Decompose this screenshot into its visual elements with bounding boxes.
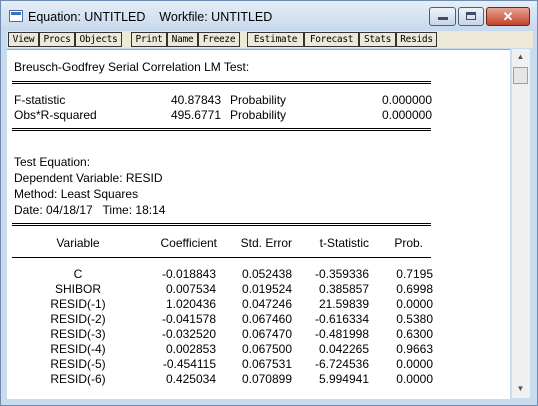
toolbar: View Procs Objects Print Name Freeze Est… xyxy=(7,31,533,48)
cell-t-statistic: -0.359336 xyxy=(314,267,369,281)
cell-std-error: 0.067470 xyxy=(241,327,292,341)
forecast-button[interactable]: Forecast xyxy=(304,32,359,47)
vertical-scrollbar[interactable]: ▲ ▼ xyxy=(511,49,530,398)
cell-prob: 0.9663 xyxy=(396,342,433,356)
stats-button[interactable]: Stats xyxy=(359,32,396,47)
cell-coefficient: -0.018843 xyxy=(161,267,216,281)
window-app-icon xyxy=(9,10,23,22)
equation-window: Equation: UNTITLED Workfile: UNTITLED ✕ … xyxy=(0,0,538,406)
resids-button[interactable]: Resids xyxy=(396,32,437,47)
double-rule xyxy=(12,81,431,84)
stat-prob-label: Probability xyxy=(230,93,287,107)
test-equation-label: Test Equation: xyxy=(14,155,91,169)
procs-button[interactable]: Procs xyxy=(39,32,75,47)
cell-t-statistic: 0.385857 xyxy=(318,282,369,296)
cell-coefficient: 0.007534 xyxy=(165,282,216,296)
cell-variable: C xyxy=(73,267,83,281)
stat-value: 40.87843 xyxy=(170,93,221,107)
cell-t-statistic: 0.042265 xyxy=(318,342,369,356)
stat-prob: 0.000000 xyxy=(381,93,432,107)
double-rule xyxy=(12,223,431,226)
table-row: RESID(-3) -0.032520 0.067470 -0.481998 0… xyxy=(7,327,510,343)
method: Method: Least Squares xyxy=(14,187,139,201)
stat-row: Obs*R-squared 495.6771 Probability 0.000… xyxy=(7,108,510,124)
cell-prob: 0.0000 xyxy=(396,297,433,311)
maximize-icon xyxy=(466,12,476,20)
stat-name: Obs*R-squared xyxy=(14,108,97,122)
cell-std-error: 0.052438 xyxy=(241,267,292,281)
table-row: SHIBOR 0.007534 0.019524 0.385857 0.6998 xyxy=(7,282,510,298)
minimize-button[interactable] xyxy=(429,7,456,26)
cell-prob: 0.6998 xyxy=(396,282,433,296)
double-rule xyxy=(12,128,431,131)
close-button[interactable]: ✕ xyxy=(486,7,530,26)
table-row: C -0.018843 0.052438 -0.359336 0.7195 xyxy=(7,267,510,283)
cell-prob: 0.0000 xyxy=(396,372,433,386)
cell-std-error: 0.067460 xyxy=(241,312,292,326)
cell-t-statistic: -0.616334 xyxy=(314,312,369,326)
cell-prob: 0.7195 xyxy=(396,267,433,281)
cell-prob: 0.0000 xyxy=(396,357,433,371)
scroll-thumb[interactable] xyxy=(513,67,528,84)
table-row: RESID(-4) 0.002853 0.067500 0.042265 0.9… xyxy=(7,342,510,358)
cell-variable: SHIBOR xyxy=(54,282,101,296)
table-row: RESID(-1) 1.020436 0.047246 21.59839 0.0… xyxy=(7,297,510,313)
table-header: Variable Coefficient Std. Error t-Statis… xyxy=(7,236,510,252)
cell-t-statistic: -0.481998 xyxy=(314,327,369,341)
cell-variable: RESID(-5) xyxy=(50,357,106,371)
stat-row: F-statistic 40.87843 Probability 0.00000… xyxy=(7,93,510,109)
estimate-button[interactable]: Estimate xyxy=(247,32,304,47)
stat-prob: 0.000000 xyxy=(381,108,432,122)
minimize-icon xyxy=(438,17,448,20)
cell-coefficient: -0.032520 xyxy=(161,327,216,341)
header-t-statistic: t-Statistic xyxy=(319,236,369,250)
cell-coefficient: -0.041578 xyxy=(161,312,216,326)
freeze-button[interactable]: Freeze xyxy=(198,32,240,47)
cell-t-statistic: 5.994941 xyxy=(318,372,369,386)
test-title: Breusch-Godfrey Serial Correlation LM Te… xyxy=(14,60,250,74)
header-variable: Variable xyxy=(56,236,100,250)
cell-coefficient: 0.002853 xyxy=(165,342,216,356)
scroll-down-icon[interactable]: ▼ xyxy=(512,381,529,397)
cell-coefficient: 0.425034 xyxy=(165,372,216,386)
table-row: RESID(-2) -0.041578 0.067460 -0.616334 0… xyxy=(7,312,510,328)
cell-t-statistic: 21.59839 xyxy=(318,297,369,311)
cell-std-error: 0.067531 xyxy=(241,357,292,371)
header-prob: Prob. xyxy=(394,236,423,250)
objects-button[interactable]: Objects xyxy=(75,32,122,47)
print-button[interactable]: Print xyxy=(131,32,167,47)
cell-std-error: 0.070899 xyxy=(241,372,292,386)
title-bar[interactable]: Equation: UNTITLED Workfile: UNTITLED ✕ xyxy=(1,1,537,31)
date-time: Date: 04/18/17 Time: 18:14 xyxy=(14,203,166,217)
cell-coefficient: 1.020436 xyxy=(165,297,216,311)
header-coefficient: Coefficient xyxy=(160,236,217,250)
cell-std-error: 0.047246 xyxy=(241,297,292,311)
cell-variable: RESID(-6) xyxy=(50,372,106,386)
maximize-button[interactable] xyxy=(458,7,484,26)
close-icon: ✕ xyxy=(502,9,514,24)
stat-name: F-statistic xyxy=(14,93,66,107)
view-button[interactable]: View xyxy=(8,32,39,47)
table-row: RESID(-6) 0.425034 0.070899 5.994941 0.0… xyxy=(7,372,510,388)
cell-t-statistic: -6.724536 xyxy=(314,357,369,371)
cell-coefficient: -0.454115 xyxy=(162,357,216,371)
cell-prob: 0.6300 xyxy=(396,327,433,341)
dependent-variable: Dependent Variable: RESID xyxy=(14,171,163,185)
cell-std-error: 0.019524 xyxy=(241,282,292,296)
cell-variable: RESID(-4) xyxy=(50,342,106,356)
scroll-up-icon[interactable]: ▲ xyxy=(512,49,529,65)
single-rule xyxy=(12,257,431,258)
stat-prob-label: Probability xyxy=(230,108,287,122)
name-button[interactable]: Name xyxy=(167,32,198,47)
table-row: RESID(-5) -0.454115 0.067531 -6.724536 0… xyxy=(7,357,510,373)
cell-variable: RESID(-1) xyxy=(50,297,106,311)
output-pane[interactable]: Breusch-Godfrey Serial Correlation LM Te… xyxy=(7,49,510,399)
stat-value: 495.6771 xyxy=(170,108,221,122)
cell-variable: RESID(-3) xyxy=(50,327,106,341)
header-std-error: Std. Error xyxy=(240,236,292,250)
cell-prob: 0.5380 xyxy=(396,312,433,326)
window-title: Equation: UNTITLED Workfile: UNTITLED xyxy=(28,10,273,24)
cell-std-error: 0.067500 xyxy=(241,342,292,356)
cell-variable: RESID(-2) xyxy=(50,312,106,326)
